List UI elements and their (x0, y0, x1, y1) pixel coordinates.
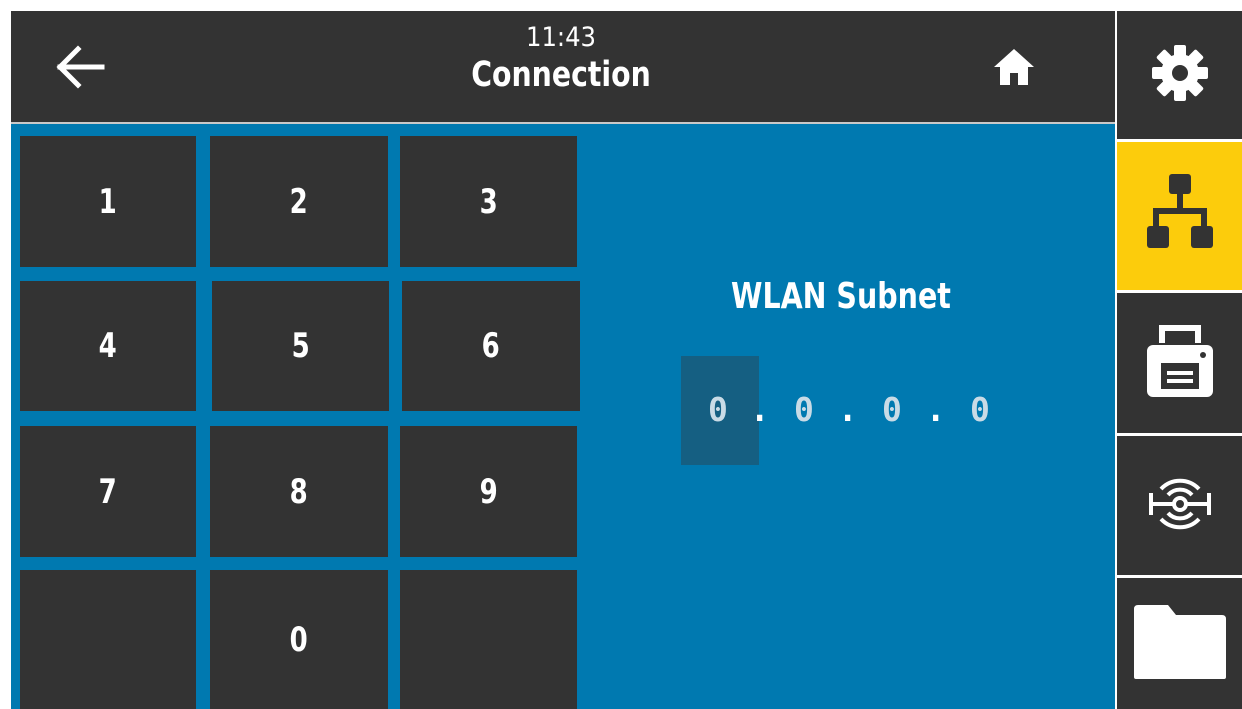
keypad-key-4[interactable]: 4 (20, 281, 196, 411)
keypad-key-2[interactable]: 2 (210, 136, 388, 267)
keypad-key-9[interactable]: 9 (400, 426, 577, 557)
ip-octet-3[interactable]: 0 (882, 390, 902, 429)
back-button[interactable] (45, 39, 115, 99)
keypad-key-6[interactable]: 6 (402, 281, 580, 411)
keypad-key-blank-left[interactable] (20, 570, 196, 709)
keypad-key-7[interactable]: 7 (20, 426, 196, 557)
network-connection-icon (1146, 174, 1213, 258)
back-arrow-icon (54, 45, 106, 93)
sidebar-item-connection[interactable] (1117, 142, 1242, 290)
clock-time: 11:43 (526, 22, 596, 53)
printer-display: 11:43 Connection 1 2 3 4 5 6 7 8 9 0 WLA… (11, 11, 1242, 709)
sidebar-item-print[interactable] (1117, 293, 1242, 433)
field-label: WLAN Subnet (731, 276, 951, 317)
rfid-sensor-icon (1147, 471, 1213, 541)
ip-separator-3: . (930, 390, 942, 429)
ip-octet-2[interactable]: 0 (794, 390, 814, 429)
keypad-key-3[interactable]: 3 (400, 136, 577, 267)
sidebar (1115, 11, 1242, 709)
folder-icon (1132, 603, 1228, 685)
ip-octet-1[interactable]: 0 (708, 390, 728, 429)
sidebar-item-sensor[interactable] (1117, 436, 1242, 575)
ip-separator-2: . (842, 390, 854, 429)
header-title-area: 11:43 Connection (311, 23, 811, 97)
ip-separator-1: . (754, 390, 766, 429)
main-panel: 1 2 3 4 5 6 7 8 9 0 WLAN Subnet 0 . 0 . … (11, 124, 1115, 709)
sidebar-item-settings[interactable] (1117, 11, 1242, 139)
settings-gear-icon (1150, 43, 1210, 107)
ip-octet-4[interactable]: 0 (970, 390, 990, 429)
keypad-key-blank-right[interactable] (400, 570, 577, 709)
home-button[interactable] (979, 39, 1049, 99)
page-title: Connection (471, 55, 651, 95)
home-icon (992, 47, 1036, 91)
keypad-key-0[interactable]: 0 (210, 570, 388, 709)
header-bar: 11:43 Connection (11, 11, 1115, 124)
keypad-key-1[interactable]: 1 (20, 136, 196, 267)
keypad-key-5[interactable]: 5 (212, 281, 389, 411)
printer-icon (1145, 321, 1215, 405)
sidebar-item-storage[interactable] (1117, 578, 1242, 709)
keypad-key-8[interactable]: 8 (210, 426, 388, 557)
